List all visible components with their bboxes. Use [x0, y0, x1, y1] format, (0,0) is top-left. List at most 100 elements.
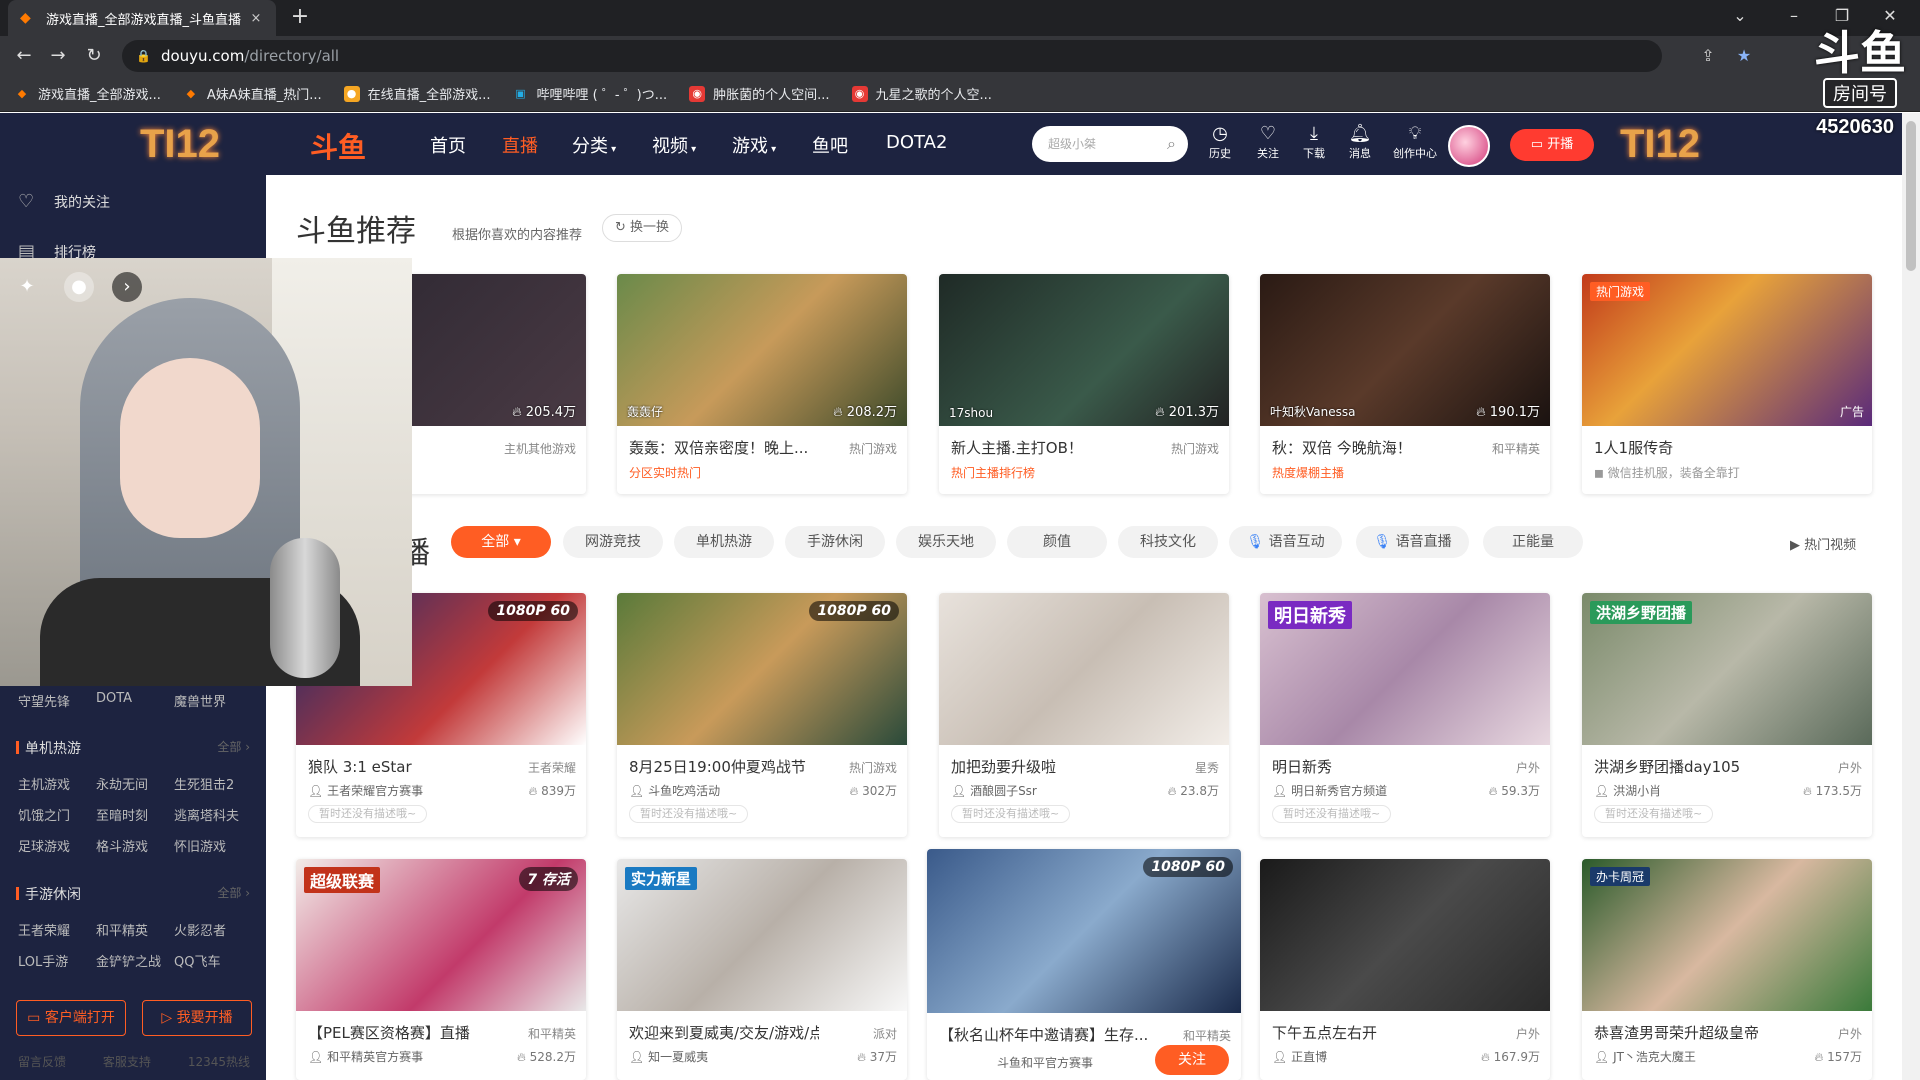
sidebar-game-link[interactable]: 金铲铲之战	[96, 951, 172, 970]
follow-nav-button[interactable]: ♡ 关注	[1246, 123, 1290, 161]
stream-category[interactable]: 星秀	[1195, 759, 1219, 776]
bookmark-item[interactable]: ◆ A妹A妹直播_热门...	[183, 84, 322, 104]
messages-button[interactable]: 🔔︎ 消息	[1338, 123, 1382, 161]
reload-icon[interactable]: ↻	[80, 42, 108, 70]
streamer-name[interactable]: 👤︎ 知一夏威夷	[629, 1048, 708, 1065]
forward-icon[interactable]: →	[44, 42, 72, 70]
stream-category[interactable]: 和平精英	[1183, 1027, 1231, 1044]
streamer-name[interactable]: 👤︎ 和平精英官方赛事	[308, 1048, 423, 1065]
nav-home[interactable]: 首页	[430, 132, 466, 158]
webcam-overlay[interactable]: ✦ ● ›	[0, 258, 412, 686]
ad-thumbnail[interactable]: 热门游戏 广告	[1582, 274, 1872, 426]
bookmark-item[interactable]: ◉ 肿胀菌的个人空间...	[689, 84, 830, 103]
nav-category[interactable]: 分类 ▾	[572, 132, 616, 158]
chip-online-games[interactable]: 网游竞技	[563, 526, 663, 558]
chip-voice-live[interactable]: 🎙︎ 语音直播	[1356, 526, 1469, 558]
chip-positive[interactable]: 正能量	[1483, 526, 1583, 558]
stream-category[interactable]: 户外	[1838, 1025, 1862, 1042]
stream-card[interactable]: 轰轰仔 🔥︎ 208.2万 轰轰：双倍亲密度！晚上... 热门游戏 分区实时热门	[617, 274, 907, 494]
stream-thumbnail[interactable]	[1260, 859, 1550, 1011]
chip-beauty[interactable]: 颜值	[1007, 526, 1107, 558]
support-link[interactable]: 客服支持	[103, 1053, 151, 1070]
stream-thumbnail[interactable]: 轰轰仔 🔥︎ 208.2万	[617, 274, 907, 426]
creator-center-button[interactable]: 💡︎ 创作中心	[1388, 123, 1442, 161]
chip-tech[interactable]: 科技文化	[1118, 526, 1218, 558]
stream-thumbnail[interactable]: 明日新秀	[1260, 593, 1550, 745]
sidebar-item-follow[interactable]: ♡ 我的关注	[18, 191, 110, 212]
stream-category[interactable]: 户外	[1516, 759, 1540, 776]
stream-thumbnail[interactable]: 1080P 60	[617, 593, 907, 745]
stream-title[interactable]: 欢迎来到夏威夷/交友/游戏/点...	[629, 1022, 819, 1043]
stream-card[interactable]: 洪湖乡野团播 洪湖乡野团播day105 户外 👤︎ 洪湖小肖 🔥︎ 173.5万…	[1582, 593, 1872, 837]
scrollbar-thumb[interactable]	[1906, 121, 1916, 271]
nav-games[interactable]: 游戏 ▾	[732, 132, 776, 158]
stream-title[interactable]: 明日新秀	[1272, 756, 1462, 777]
stream-card[interactable]: 下午五点左右开 户外 👤︎ 正直博 🔥︎ 167.9万	[1260, 859, 1550, 1080]
nav-yuba[interactable]: 鱼吧	[812, 132, 848, 158]
stream-card[interactable]: 加把劲要升级啦 星秀 👤︎ 酒酿圆子Ssr 🔥︎ 23.8万 暂时还没有描述哦~	[939, 593, 1229, 837]
sidebar-game-link[interactable]: 守望先锋	[18, 691, 94, 710]
stream-category[interactable]: 热门游戏	[849, 759, 897, 776]
stream-title[interactable]: 轰轰：双倍亲密度！晚上...	[629, 437, 819, 458]
bookmark-star-icon[interactable]: ★	[1733, 46, 1755, 68]
chevron-right-icon[interactable]: ›	[112, 272, 142, 302]
stream-category[interactable]: 派对	[873, 1025, 897, 1042]
sidebar-game-link[interactable]: 王者荣耀	[18, 920, 94, 939]
sidebar-game-link[interactable]: 火影忍者	[174, 920, 250, 939]
ad-title[interactable]: 1人1服传奇	[1594, 437, 1784, 458]
sidebar-game-link[interactable]: QQ飞车	[174, 951, 250, 970]
stream-title[interactable]: 【PEL赛区资格赛】直播	[308, 1022, 498, 1043]
sidebar-game-link[interactable]: 魔兽世界	[174, 691, 250, 710]
start-live-button[interactable]: ▭ 开播	[1510, 129, 1594, 161]
follow-button[interactable]: 关注	[1155, 1045, 1229, 1075]
close-tab-icon[interactable]: ×	[248, 11, 264, 26]
streamer-name[interactable]: 👤︎ 斗鱼吃鸡活动	[629, 782, 720, 799]
stream-category[interactable]: 和平精英	[1492, 440, 1540, 457]
sidebar-game-link[interactable]: 永劫无间	[96, 774, 172, 793]
back-icon[interactable]: ←	[10, 42, 38, 70]
tab-search-icon[interactable]: ⌄	[1716, 0, 1764, 36]
streamer-name[interactable]: 👤︎ 正直博	[1272, 1048, 1327, 1065]
ad-card[interactable]: 热门游戏 广告 1人1服传奇 ◼ 微信挂机服，装备全靠打	[1582, 274, 1872, 494]
stream-thumbnail[interactable]: 实力新星	[617, 859, 907, 1011]
stream-title[interactable]: 8月25日19:00仲夏鸡战节	[629, 756, 819, 777]
streamer-name[interactable]: 👤︎ 王者荣耀官方赛事	[308, 782, 423, 799]
new-tab-button[interactable]: +	[288, 6, 312, 30]
stream-title[interactable]: 【秋名山杯年中邀请赛】生存...	[939, 1024, 1159, 1045]
stream-title[interactable]: 下午五点左右开	[1272, 1022, 1462, 1043]
page-scrollbar[interactable]	[1902, 113, 1920, 1080]
feedback-link[interactable]: 留言反馈	[18, 1053, 66, 1070]
sidebar-game-link[interactable]: 逃离塔科夫	[174, 805, 250, 824]
stream-title[interactable]: 秋：双倍 今晚航海！	[1272, 437, 1462, 458]
share-icon[interactable]: ⇪	[1697, 46, 1719, 68]
section-all-link[interactable]: 全部 ›	[217, 738, 250, 755]
stream-category[interactable]: 和平精英	[528, 1025, 576, 1042]
sidebar-game-link[interactable]: 格斗游戏	[96, 836, 172, 855]
sidebar-game-link[interactable]: 和平精英	[96, 920, 172, 939]
stream-thumbnail[interactable]: 办卡周冠	[1582, 859, 1872, 1011]
sidebar-game-link[interactable]: 怀旧游戏	[174, 836, 250, 855]
history-button[interactable]: ◷ 历史	[1198, 123, 1242, 161]
chip-single-player[interactable]: 单机热游	[674, 526, 774, 558]
streamer-name[interactable]: 👤︎ 酒酿圆子Ssr	[951, 782, 1037, 799]
stream-title[interactable]: 加把劲要升级啦	[951, 756, 1141, 777]
chip-voice-interact[interactable]: 🎙︎ 语音互动	[1229, 526, 1342, 558]
sidebar-game-link[interactable]: LOL手游	[18, 951, 94, 970]
stream-category[interactable]: 王者荣耀	[528, 759, 576, 776]
sidebar-game-link[interactable]: 足球游戏	[18, 836, 94, 855]
bookmark-item[interactable]: ◉ 九星之歌的个人空...	[851, 84, 992, 103]
chip-entertainment[interactable]: 娱乐天地	[896, 526, 996, 558]
refresh-button[interactable]: ↻ 换一换	[602, 214, 682, 242]
ti12-logo[interactable]: TI12	[1620, 119, 1770, 169]
stream-thumbnail[interactable]: 洪湖乡野团播	[1582, 593, 1872, 745]
magic-wand-icon[interactable]: ✦	[12, 272, 42, 302]
section-all-link[interactable]: 全部 ›	[217, 884, 250, 901]
sidebar-game-link[interactable]: 主机游戏	[18, 774, 94, 793]
stream-thumbnail[interactable]	[939, 593, 1229, 745]
nav-live[interactable]: 直播	[502, 132, 538, 158]
stream-card[interactable]: 办卡周冠 恭喜渣男哥荣升超级皇帝 户外 👤︎ JT丶浩克大魔王 🔥︎ 157万	[1582, 859, 1872, 1080]
nav-video[interactable]: 视频 ▾	[652, 132, 696, 158]
stream-card[interactable]: 明日新秀 明日新秀 户外 👤︎ 明日新秀官方频道 🔥︎ 59.3万 暂时还没有描…	[1260, 593, 1550, 837]
stream-thumbnail[interactable]: 叶知秋Vanessa 🔥︎ 190.1万	[1260, 274, 1550, 426]
stream-title[interactable]: 洪湖乡野团播day105	[1594, 756, 1784, 777]
